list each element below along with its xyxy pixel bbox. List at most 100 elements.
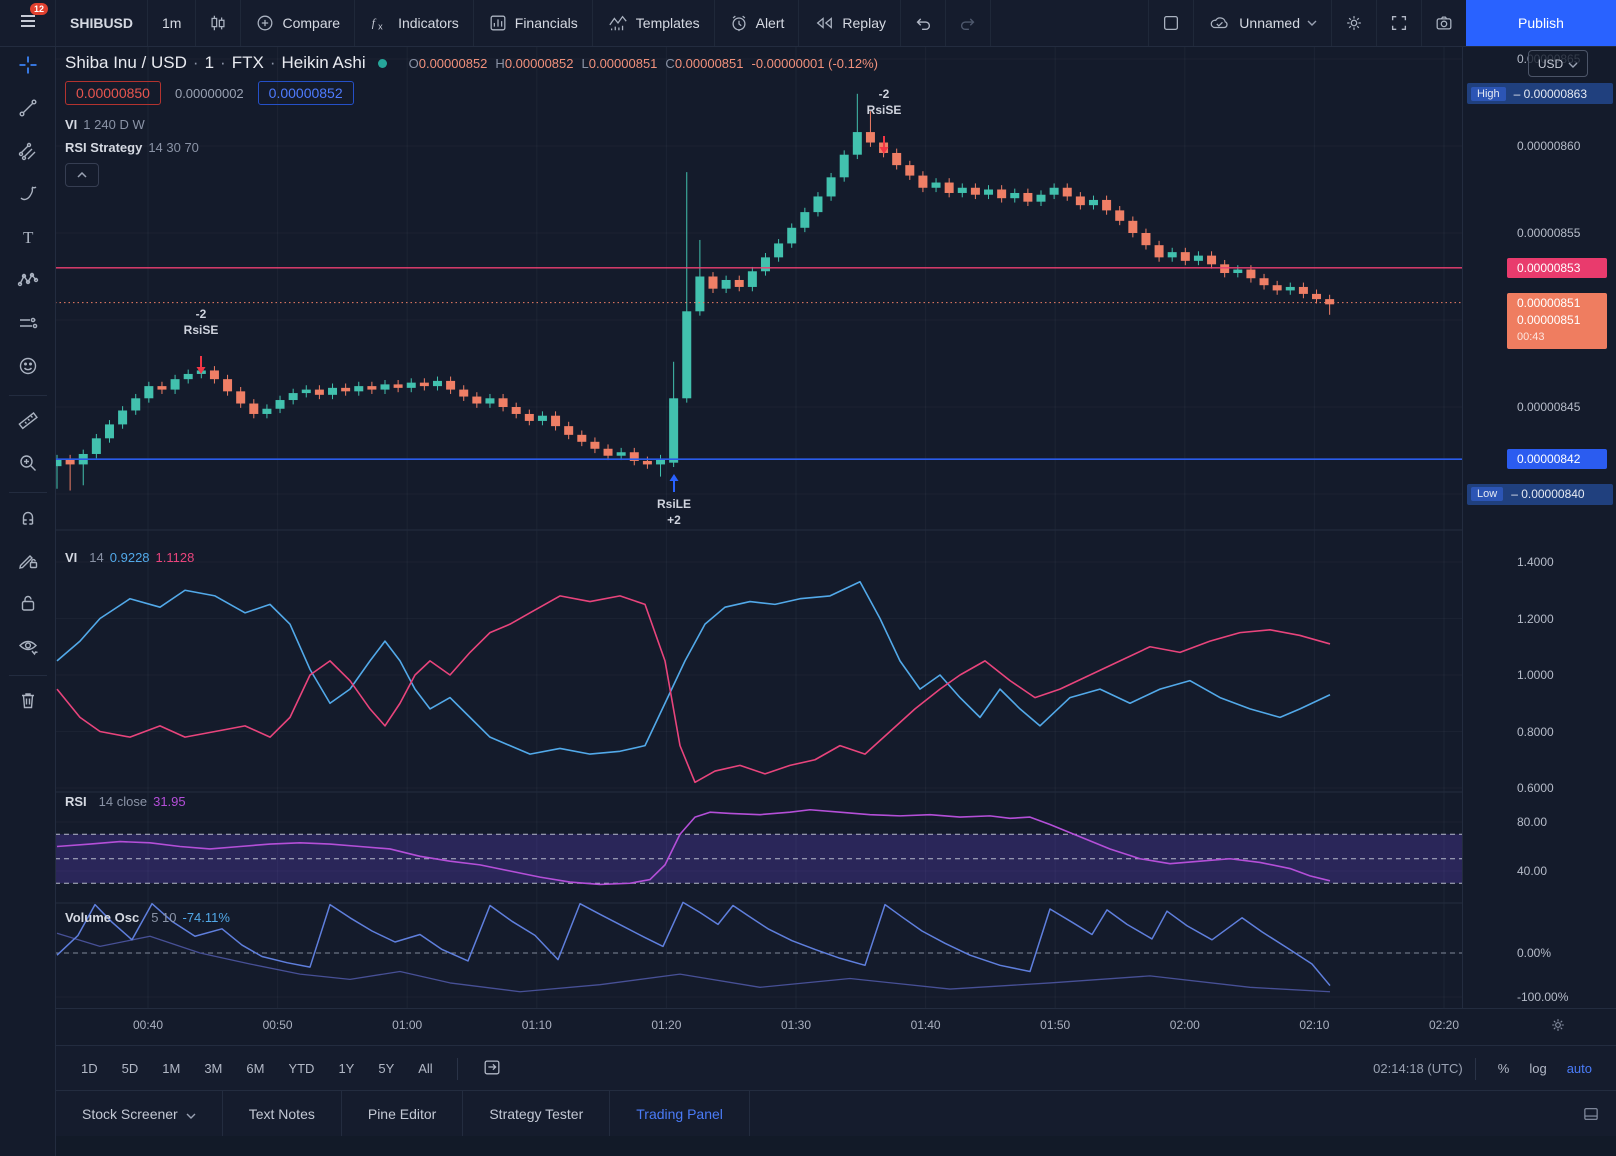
footer-strip	[55, 1135, 1616, 1156]
price-tick: 0.00000845	[1517, 400, 1581, 414]
toolbar-cloud-save-button[interactable]: Unnamed	[1193, 0, 1331, 46]
toolbar-indicators-label: Indicators	[398, 15, 459, 31]
vi-tick: 0.6000	[1517, 781, 1554, 795]
range-5y[interactable]: 5Y	[368, 1056, 404, 1081]
range-ytd[interactable]: YTD	[278, 1056, 324, 1081]
magnet-icon	[17, 506, 39, 533]
chart-canvas[interactable]: -2 RsiSE -2 RsiSE RsiLE +2	[55, 46, 1462, 1008]
hamburger-menu-button[interactable]: 12	[0, 0, 55, 46]
sidebar-divider	[8, 395, 47, 396]
time-axis[interactable]: 00:40 00:50 01:00 01:10 01:20 01:30 01:40 01:50…	[55, 1008, 1616, 1046]
sidebar-tool-trash[interactable]	[9, 681, 47, 724]
lock-icon	[17, 592, 39, 619]
sidebar-tool-magnet[interactable]	[9, 498, 47, 541]
range-1d[interactable]: 1D	[71, 1056, 108, 1081]
toolbar-chart-style-button[interactable]	[195, 0, 240, 46]
buy-price-button[interactable]: 0.00000852	[257, 81, 354, 105]
pitchfork-icon	[17, 140, 39, 167]
tab-stock-screener[interactable]: Stock Screener	[55, 1091, 223, 1136]
sidebar-tool-brush[interactable]	[9, 175, 47, 218]
svg-text:RsiSE: RsiSE	[184, 323, 219, 337]
range-all[interactable]: All	[408, 1056, 442, 1081]
price-axis[interactable]: 0.000008650.000008600.000008550.00000845…	[1462, 46, 1616, 1008]
text-icon: T	[17, 226, 39, 253]
range-1y[interactable]: 1Y	[328, 1056, 364, 1081]
toolbar-redo-button[interactable]	[945, 0, 990, 46]
sidebar-tool-trendline[interactable]	[9, 89, 47, 132]
clock-utc[interactable]: 02:14:18 (UTC)	[1373, 1061, 1463, 1076]
sidebar-tool-emoji[interactable]	[9, 347, 47, 390]
time-label: 01:10	[521, 1018, 552, 1032]
sidebar-tool-forecast[interactable]	[9, 304, 47, 347]
toolbar-symbol-button[interactable]: SHIBUSD	[55, 0, 147, 46]
sidebar-tool-zoom[interactable]	[9, 444, 47, 487]
toolbar-replay-label: Replay	[842, 15, 886, 31]
toolbar-settings-button[interactable]	[1331, 0, 1376, 46]
log-scale-toggle[interactable]: log	[1519, 1057, 1556, 1080]
tab-strategy-tester[interactable]: Strategy Tester	[463, 1091, 611, 1136]
toolbar-cloud-save-label: Unnamed	[1239, 15, 1300, 31]
toolbar-financials-button[interactable]: Financials	[472, 0, 592, 46]
sidebar-tool-pitchfork[interactable]	[9, 132, 47, 175]
auto-scale-toggle[interactable]: auto	[1557, 1057, 1602, 1080]
time-label: 01:20	[651, 1018, 682, 1032]
toolbar-indicators-button[interactable]: f x Indicators	[354, 0, 473, 46]
svg-text:-2: -2	[196, 307, 207, 321]
gear-icon	[1344, 13, 1364, 33]
volume-osc-line	[56, 901, 1331, 987]
toolbar-fullscreen-button[interactable]	[1376, 0, 1421, 46]
range-5d[interactable]: 5D	[112, 1056, 149, 1081]
time-axis-settings-icon[interactable]	[1550, 1017, 1566, 1036]
toolbar-financials-label: Financials	[514, 15, 578, 31]
sidebar-tool-ruler[interactable]	[9, 401, 47, 444]
brush-icon	[17, 183, 39, 210]
svg-text:RsiLE: RsiLE	[657, 497, 691, 511]
sidebar-tool-eye[interactable]	[9, 627, 47, 670]
chart-area[interactable]: -2 RsiSE -2 RsiSE RsiLE +2 Shiba Inu / USD · …	[55, 46, 1462, 1008]
bottom-tabs: Stock Screener Text Notes Pine Editor Strat…	[55, 1090, 1616, 1136]
toolbar-interval-label: 1m	[162, 15, 182, 31]
tab-pine-editor[interactable]: Pine Editor	[342, 1091, 464, 1136]
svg-text:-2: -2	[879, 87, 890, 101]
range-3m[interactable]: 3M	[194, 1056, 232, 1081]
forecast-icon	[17, 312, 39, 339]
emoji-icon	[17, 355, 39, 382]
sidebar-tool-lock[interactable]	[9, 584, 47, 627]
tab-text-notes[interactable]: Text Notes	[223, 1091, 342, 1136]
toolbar-alert-button[interactable]: Alert	[713, 0, 799, 46]
collapse-legend-button[interactable]	[65, 163, 99, 187]
vi-tick: 1.0000	[1517, 668, 1554, 682]
drawing-tools-sidebar: T	[0, 46, 56, 1156]
currency-dropdown[interactable]: USD	[1528, 50, 1588, 77]
toolbar-snapshot-button[interactable]	[1421, 0, 1466, 46]
range-1m[interactable]: 1M	[152, 1056, 190, 1081]
zoom-icon	[17, 452, 39, 479]
toolbar-templates-button[interactable]: Templates	[591, 0, 714, 46]
sidebar-tool-text[interactable]: T	[9, 218, 47, 261]
svg-text:f: f	[372, 16, 377, 30]
price-tick: 0.00000860	[1517, 139, 1581, 153]
vi-tick: 0.8000	[1517, 724, 1554, 739]
toolbar-compare-button[interactable]: Compare	[240, 0, 354, 46]
sidebar-tool-draw-lock[interactable]	[9, 541, 47, 584]
goto-date-button[interactable]	[472, 1052, 512, 1085]
toolbar-replay-button[interactable]: Replay	[798, 0, 900, 46]
sidebar-tool-crosshair[interactable]	[9, 46, 47, 89]
alert-price-label[interactable]: 0.00000853	[1507, 257, 1607, 278]
percent-scale-toggle[interactable]: %	[1488, 1057, 1520, 1080]
toolbar-interval-button[interactable]: 1m	[147, 0, 195, 46]
top-toolbar: 12 SHIBUSD 1m Compare f x Indicators Financial…	[0, 0, 1616, 47]
range-6m[interactable]: 6M	[236, 1056, 274, 1081]
publish-button[interactable]: Publish	[1466, 0, 1616, 46]
panel-toggle-icon[interactable]	[1566, 1091, 1616, 1136]
tab-trading-panel[interactable]: Trading Panel	[610, 1091, 750, 1136]
sidebar-tool-pattern[interactable]	[9, 261, 47, 304]
toolbar-templates-label: Templates	[635, 15, 700, 31]
toolbar-undo-button[interactable]	[900, 0, 945, 46]
low-price-label: Low ‒ 0.00000840	[1467, 483, 1613, 505]
osc-tick: -100.00%	[1517, 990, 1569, 1004]
vi-tick: 1.4000	[1517, 555, 1554, 569]
sell-price-button[interactable]: 0.00000850	[65, 81, 161, 105]
bid-price-label[interactable]: 0.00000842	[1507, 449, 1607, 470]
toolbar-layout-button[interactable]	[1148, 0, 1193, 46]
